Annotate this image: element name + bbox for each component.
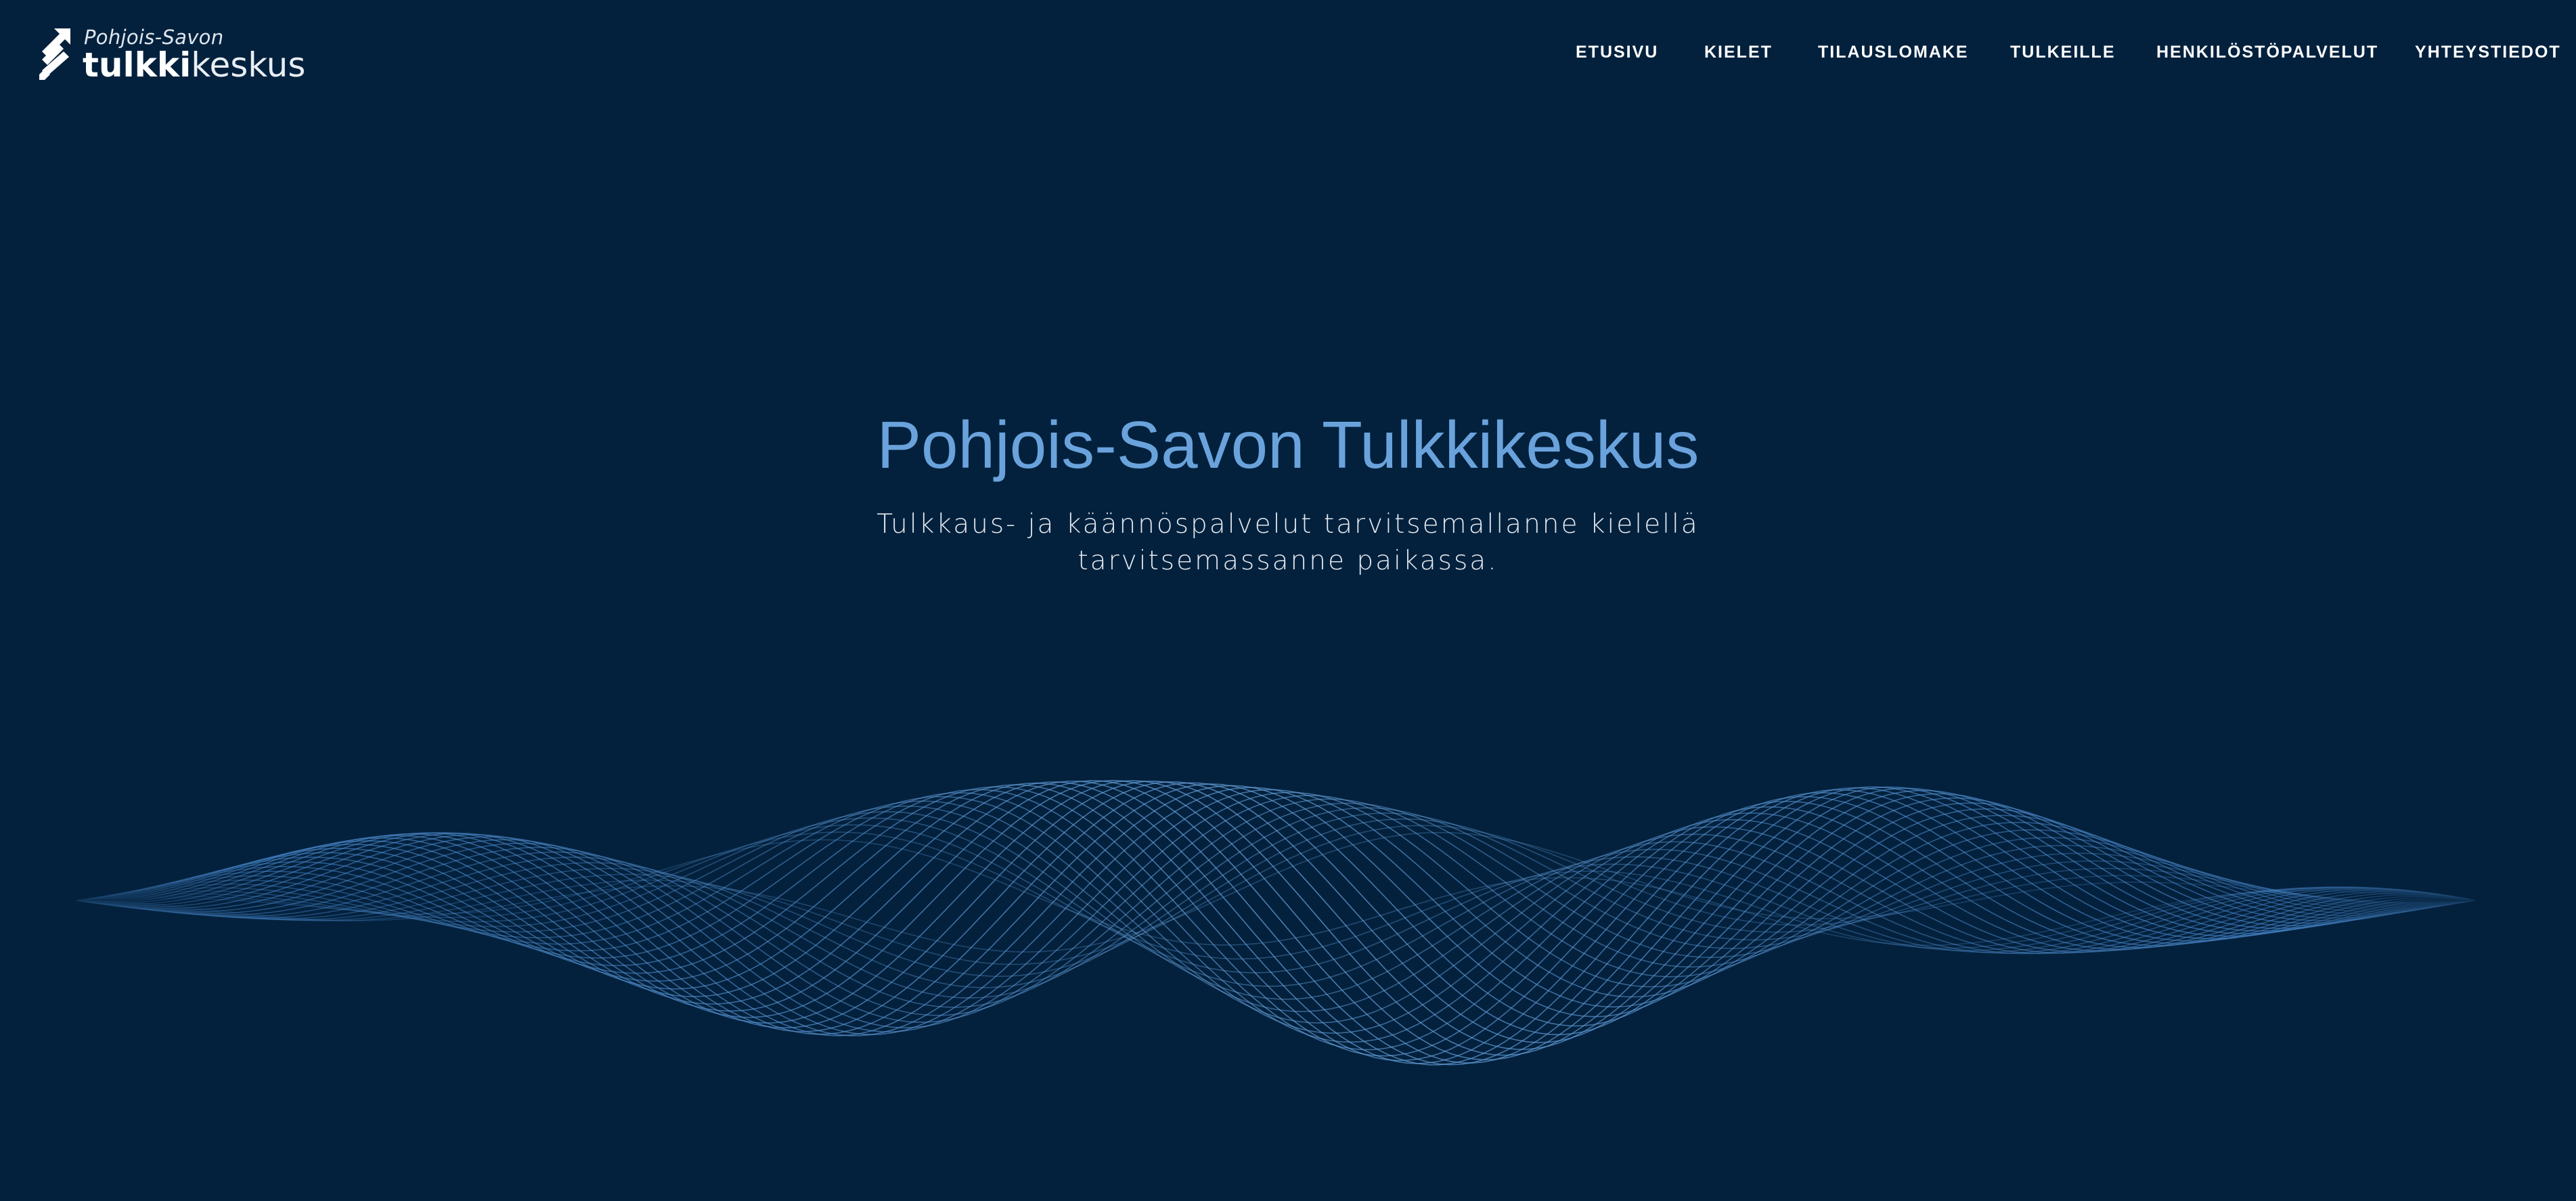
nav-item-tulkeille[interactable]: TULKEILLE (2010, 41, 2116, 64)
decorative-wave-lines (74, 780, 2478, 1066)
hero-subtitle-line1: Tulkkaus- ja käännöspalvelut tarvitsemal… (876, 509, 1700, 540)
nav-item-henkilostopalvelut[interactable]: HENKILÖSTÖPALVELUT (2156, 41, 2378, 64)
wave-line-group (74, 780, 2478, 1066)
wave-line (74, 811, 2478, 1000)
wave-line (74, 780, 2478, 1056)
wave-line (74, 791, 2478, 1028)
main-nav: ETUSIVU KIELET TILAUSLOMAKE TULKEILLE HE… (0, 41, 2576, 68)
nav-item-kielet[interactable]: KIELET (1704, 41, 1773, 64)
wave-line (74, 783, 2478, 1036)
nav-item-etusivu[interactable]: ETUSIVU (1576, 41, 1658, 64)
wave-line (74, 802, 2478, 1008)
hero-subtitle: Tulkkaus- ja käännöspalvelut tarvitsemal… (846, 506, 1730, 580)
wave-line (74, 807, 2478, 999)
nav-item-tilauslomake[interactable]: TILAUSLOMAKE (1818, 41, 1969, 64)
nav-item-yhteystiedot[interactable]: YHTEYSTIEDOT (2415, 41, 2561, 64)
site-header: Pohjois-Savon tulkkikeskus ETUSIVU KIELE… (0, 0, 2576, 108)
hero-title: Pohjois-Savon Tulkkikeskus (876, 408, 1700, 482)
hero-subtitle-line2: tarvitsemassanne paikassa. (1078, 546, 1498, 576)
